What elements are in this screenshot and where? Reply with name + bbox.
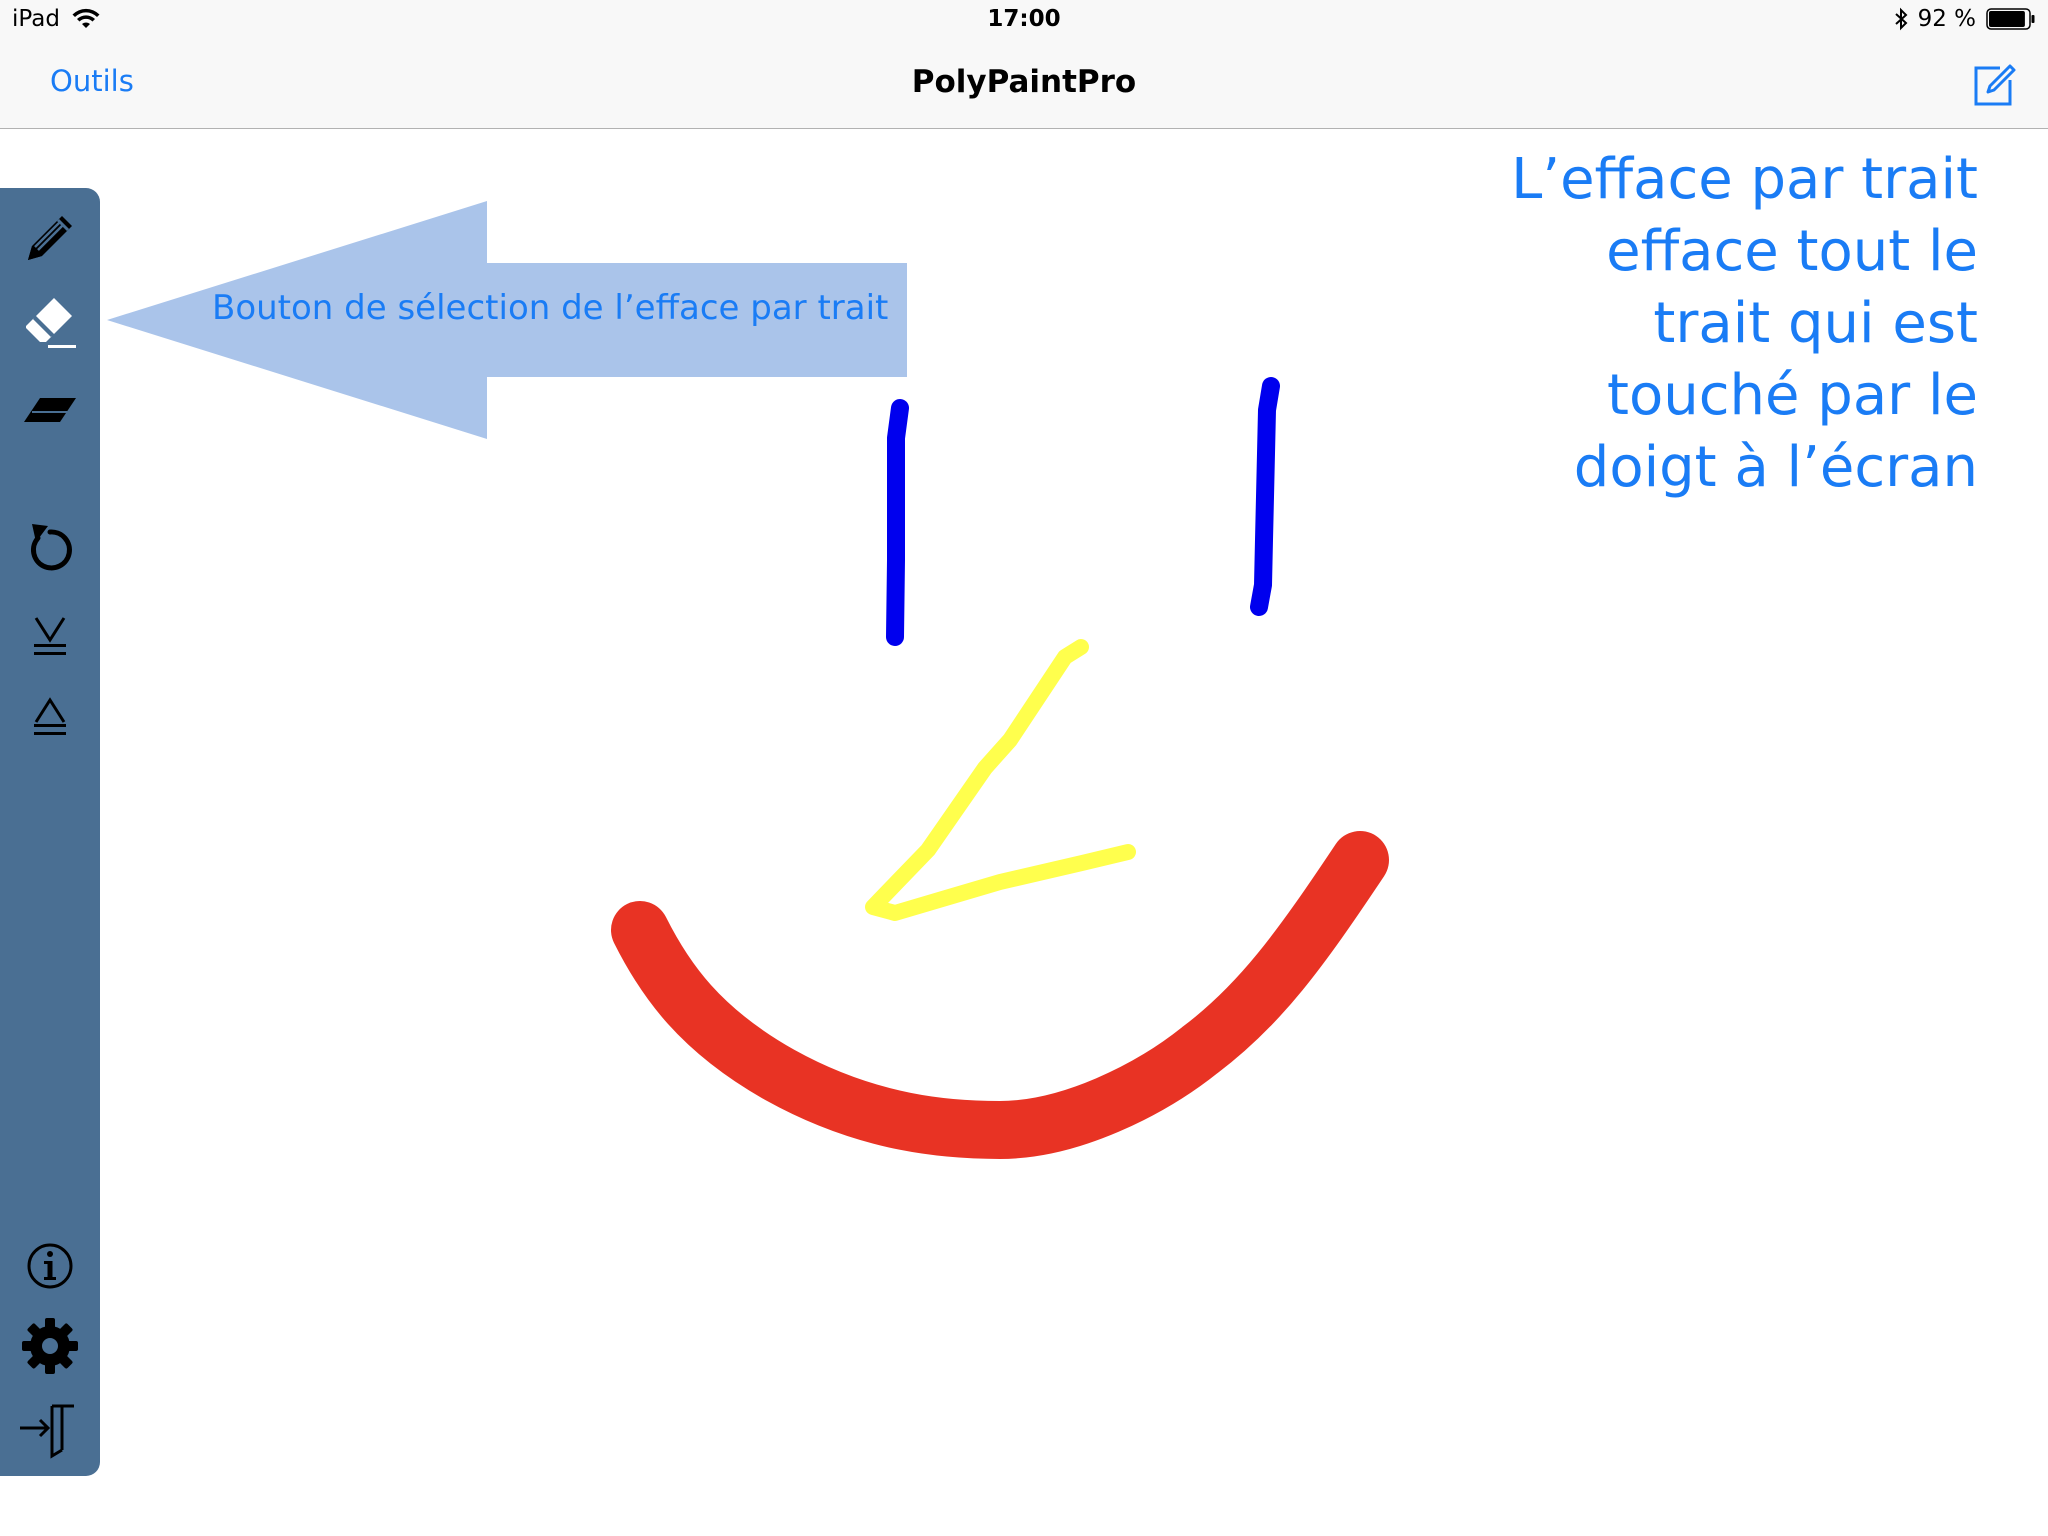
compose-icon[interactable] [1970, 60, 2018, 108]
info-icon [27, 1243, 73, 1289]
bluetooth-icon [1894, 7, 1908, 31]
annotation-note: L’efface par trait efface tout le trait … [1418, 144, 1978, 504]
note-line: trait qui est [1653, 291, 1978, 356]
bring-forward-button[interactable] [14, 678, 86, 750]
battery-percent: 92 % [1917, 6, 1976, 32]
stroke-eraser-icon [26, 298, 76, 348]
tool-sidebar [0, 188, 100, 1476]
left-eye-stroke[interactable] [886, 399, 909, 646]
send-backward-icon [34, 617, 66, 655]
undo-icon [30, 524, 72, 571]
mouth-stroke[interactable] [611, 831, 1389, 1159]
nose-stroke[interactable] [865, 639, 1136, 921]
note-line: efface tout le [1606, 219, 1978, 284]
send-backward-button[interactable] [14, 598, 86, 670]
status-right: 92 % [1894, 6, 2036, 32]
bring-forward-icon [34, 697, 66, 735]
point-eraser-icon [24, 398, 76, 422]
status-bar: iPad 17:00 92 % [0, 0, 2048, 40]
right-eye-stroke[interactable] [1250, 377, 1280, 616]
gear-icon [22, 1318, 78, 1374]
battery-icon [1986, 8, 2035, 30]
exit-button[interactable] [14, 1394, 86, 1466]
undo-button[interactable] [14, 510, 86, 582]
note-line: touché par le [1607, 363, 1978, 428]
settings-button[interactable] [14, 1310, 86, 1382]
point-eraser-button[interactable] [14, 370, 86, 442]
exit-icon [20, 1404, 74, 1459]
stroke-eraser-button[interactable] [14, 286, 86, 358]
pencil-button[interactable] [14, 202, 86, 274]
page-title: PolyPaintPro [911, 64, 1137, 100]
status-time: 17:00 [987, 6, 1061, 32]
note-line: doigt à l’écran [1573, 435, 1978, 500]
navigation-bar: Outils PolyPaintPro [0, 40, 2048, 129]
info-button[interactable] [14, 1230, 86, 1302]
note-line: L’efface par trait [1511, 147, 1978, 212]
annotation-arrow-label: Bouton de sélection de l’efface par trai… [212, 288, 889, 328]
pencil-icon [28, 216, 72, 260]
